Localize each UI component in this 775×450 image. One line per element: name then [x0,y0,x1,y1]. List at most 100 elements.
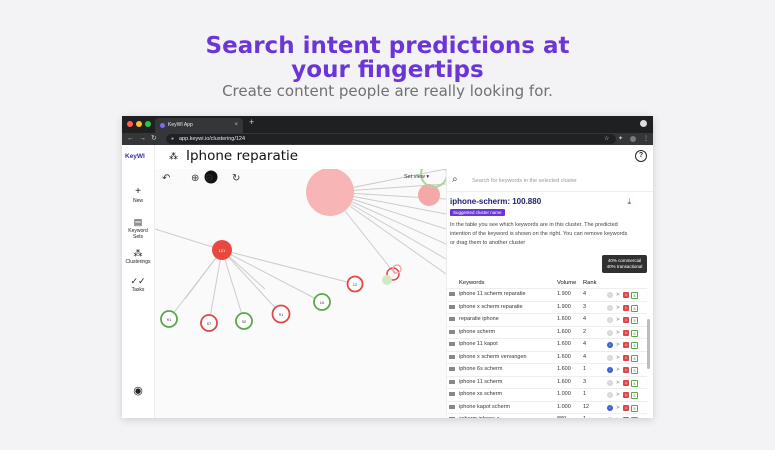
navigational-icon[interactable]: ➤ [615,405,621,411]
informational-icon[interactable]: i [607,404,613,411]
transactional-icon[interactable]: $ [631,417,638,418]
window-maximize-button[interactable] [145,121,151,127]
informational-icon[interactable]: i [607,379,613,386]
drag-handle-icon[interactable] [449,344,455,346]
tab-close-icon[interactable]: × [234,118,238,133]
window-minimize-button[interactable] [136,121,142,127]
commercial-icon[interactable]: ⌂ [623,317,629,323]
transactional-icon[interactable]: $ [631,317,638,324]
transactional-icon[interactable]: $ [631,342,638,349]
extensions-icon[interactable]: ✦ [618,134,623,144]
commercial-icon[interactable]: ⌂ [623,404,629,411]
forward-icon[interactable]: → [139,133,146,145]
commercial-icon[interactable]: ⌂ [623,292,629,298]
informational-icon[interactable]: i [607,392,613,398]
transactional-icon[interactable]: $ [631,329,638,337]
download-icon[interactable]: ⤓ [627,197,631,207]
informational-icon[interactable]: i [607,292,613,298]
transactional-icon[interactable]: $ [631,354,638,362]
window-close-button[interactable] [127,121,133,127]
zoom-in-icon[interactable]: ⊕ [191,173,199,184]
scrollbar[interactable] [647,319,650,369]
address-bar[interactable]: ● app.keywi.io/clustering/124 [166,134,616,144]
cluster-name[interactable]: iphone-scherm: 100.880 [450,197,541,206]
navigational-icon[interactable]: ➤ [615,342,621,348]
bookmark-star-icon[interactable]: ☆ [604,134,609,144]
informational-icon[interactable]: i [607,329,613,336]
commercial-icon[interactable]: ⌂ [623,392,629,398]
drag-handle-icon[interactable] [449,381,455,384]
transactional-icon[interactable]: $ [631,392,638,399]
navigational-icon[interactable]: ➤ [615,355,621,361]
navigational-icon[interactable]: ➤ [615,317,621,323]
navigational-icon[interactable]: ➤ [615,292,621,298]
transactional-icon[interactable]: $ [631,292,638,299]
drag-handle-icon[interactable] [449,394,455,396]
informational-icon[interactable]: i [607,354,613,361]
drag-handle-icon[interactable] [449,356,455,359]
commercial-icon[interactable]: ⌂ [623,417,629,418]
transactional-icon[interactable]: $ [631,304,638,312]
brand-logo[interactable]: KeyWI [125,153,145,160]
informational-icon[interactable]: i [607,304,613,311]
table-row[interactable]: reparatie iphone 1.600 4 i ➤ ⌂ $ [447,313,647,327]
drag-handle-icon[interactable] [449,331,455,334]
navigational-icon[interactable]: ➤ [615,380,621,386]
sidebar-item-new[interactable]: + New [122,186,154,204]
transactional-icon[interactable]: $ [631,367,638,374]
column-volume[interactable]: Volume [557,280,576,286]
commercial-icon[interactable]: ⌂ [623,354,629,361]
drag-handle-icon[interactable] [449,406,455,409]
new-tab-icon[interactable]: + [249,117,254,127]
back-icon[interactable]: ← [127,133,134,145]
cluster-graph-svg[interactable]: 121 91 97 92 91 10 12 [155,169,446,418]
table-row[interactable]: iphone scherm 1.600 2 i ➤ ⌂ $ [447,325,647,340]
browser-tab[interactable]: KeyWI App × [155,118,243,133]
table-row[interactable]: iphone 6s scherm 1.600 1 i ➤ ⌂ $ [447,363,647,377]
keyword-search-input[interactable]: Search for keywords in the selected clus… [472,178,577,184]
table-row[interactable]: iphone kapot scherm 1.000 12 i ➤ ⌂ $ [447,400,647,415]
column-keywords[interactable]: Keywords [459,280,484,286]
zoom-out-icon[interactable]: ⊖ [205,173,213,184]
informational-icon[interactable]: i [607,317,613,323]
informational-icon[interactable]: i [607,342,613,348]
undo-icon[interactable]: ↶ [162,173,170,184]
cluster-graph[interactable]: 121 91 97 92 91 10 12 ↶ ⊕ ⊖ ↻ Set view ▾ [155,169,446,418]
navigational-icon[interactable]: ➤ [615,417,621,418]
drag-handle-icon[interactable] [449,319,455,321]
drag-handle-icon[interactable] [449,369,455,371]
commercial-icon[interactable]: ⌂ [623,379,629,386]
navigational-icon[interactable]: ➤ [615,367,621,373]
table-row[interactable]: iphone xs scherm 1.000 1 i ➤ ⌂ $ [447,388,647,402]
table-row[interactable]: iphone 11 scherm reparatie 1.900 4 i ➤ ⌂ $ [447,288,647,302]
table-row[interactable]: iphone 11 scherm 1.600 3 i ➤ ⌂ $ [447,375,647,390]
account-button[interactable]: ◉ [122,385,154,397]
set-view-dropdown[interactable]: Set view ▾ [404,174,429,180]
commercial-icon[interactable]: ⌂ [623,304,629,311]
table-row[interactable]: iphone x scherm reparatie 1.900 3 i ➤ ⌂ $ [447,300,647,315]
drag-handle-icon[interactable] [449,306,455,309]
reset-view-icon[interactable]: ↻ [232,173,240,184]
browser-more-icon[interactable]: ⋮ [643,134,649,144]
table-row[interactable]: iphone x scherm vervangen 1.600 4 i ➤ ⌂ $ [447,350,647,365]
sidebar-item-clusterings[interactable]: ⁂ Clusterings [122,247,154,265]
navigational-icon[interactable]: ➤ [615,392,621,398]
graph-node-small-green[interactable] [382,275,392,285]
navigational-icon[interactable]: ➤ [615,305,621,311]
help-icon[interactable]: ? [635,150,647,162]
commercial-icon[interactable]: ⌂ [623,342,629,348]
navigational-icon[interactable]: ➤ [615,330,621,336]
profile-avatar-icon[interactable] [630,136,636,142]
informational-icon[interactable]: i [607,367,613,373]
transactional-icon[interactable]: $ [631,379,638,387]
commercial-icon[interactable]: ⌂ [623,367,629,373]
reload-icon[interactable]: ↻ [151,133,157,145]
table-row[interactable]: iphone 11 kapot 1.600 4 i ➤ ⌂ $ [447,338,647,352]
column-rank[interactable]: Rank [583,280,597,286]
graph-node-center[interactable] [306,169,354,216]
transactional-icon[interactable]: $ [631,404,638,412]
drag-handle-icon[interactable] [449,294,455,296]
commercial-icon[interactable]: ⌂ [623,329,629,336]
browser-menu-icon[interactable] [640,120,647,127]
informational-icon[interactable]: i [607,417,613,418]
